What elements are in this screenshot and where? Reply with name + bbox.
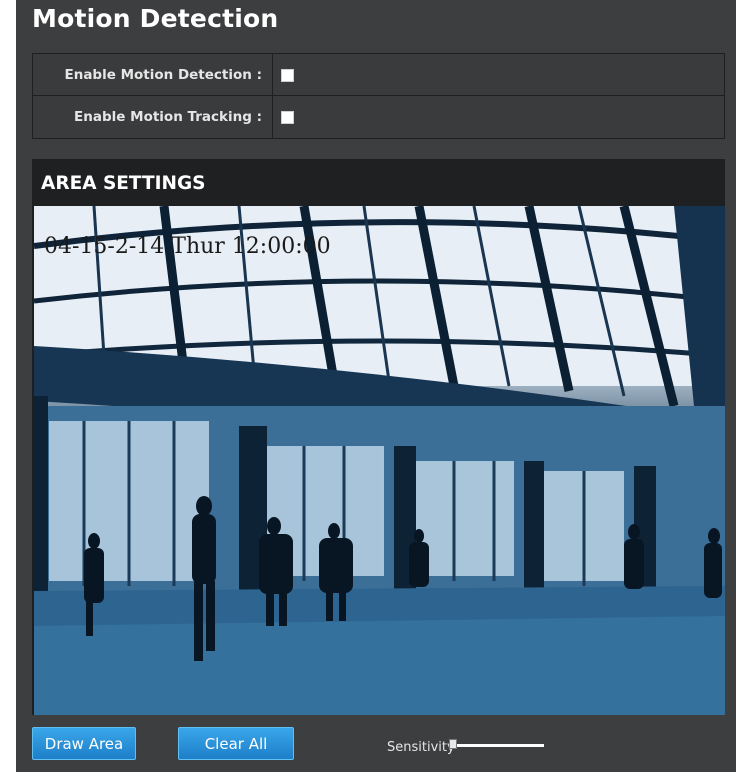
option-row-motion-tracking: Enable Motion Tracking : [32, 96, 725, 139]
motion-detection-panel: Motion Detection Enable Motion Detection… [16, 0, 736, 772]
video-timestamp: 04-15-2-14 Thur 12:00:00 [44, 234, 331, 259]
sensitivity-slider-thumb[interactable] [449, 739, 457, 749]
camera-preview[interactable]: 04-15-2-14 Thur 12:00:00 [34, 206, 725, 715]
options-table: Enable Motion Detection : Enable Motion … [32, 53, 725, 139]
area-settings-section: AREA SETTINGS 04-15-2-14 Thur 12:00:00 [32, 159, 725, 715]
sensitivity-slider-track[interactable] [452, 744, 544, 747]
enable-motion-tracking-checkbox[interactable] [281, 111, 294, 124]
clear-all-button[interactable]: Clear All [178, 727, 294, 760]
option-row-motion-detection: Enable Motion Detection : [32, 53, 725, 96]
sensitivity-label: Sensitivity [387, 740, 455, 755]
draw-area-button[interactable]: Draw Area [32, 727, 136, 760]
area-settings-header: AREA SETTINGS [33, 160, 724, 206]
camera-scene-image [34, 206, 725, 715]
option-label: Enable Motion Detection : [33, 54, 273, 95]
enable-motion-detection-checkbox[interactable] [281, 69, 294, 82]
option-label: Enable Motion Tracking : [33, 96, 273, 138]
page-title: Motion Detection [32, 4, 279, 33]
